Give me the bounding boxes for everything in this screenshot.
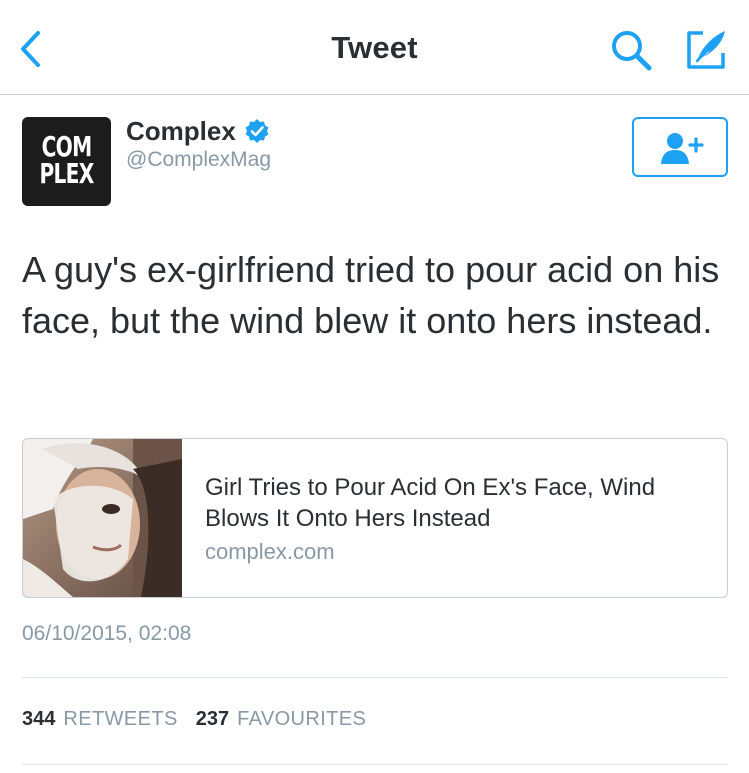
search-icon [612,31,652,71]
tweet-stats: 344 RETWEETS 237 FAVOURITES [22,708,384,731]
author-avatar[interactable]: COM PLEX [22,117,111,206]
tweet-text: A guy's ex-girlfriend tried to pour acid… [22,249,720,341]
divider [22,764,728,765]
link-card-title: Girl Tries to Pour Acid On Ex's Face, Wi… [205,474,656,532]
retweets-count[interactable]: 344 [22,708,55,731]
tweet-timestamp: 06/10/2015, 02:08 [22,622,192,645]
author-handle[interactable]: @ComplexMag [126,148,271,172]
follow-user-plus-icon [661,133,704,164]
navigation-bar: Tweet [0,0,749,95]
retweets-label[interactable]: RETWEETS [63,708,177,731]
author-name-row: Complex [126,116,270,146]
favourites-label[interactable]: FAVOURITES [237,708,366,731]
divider [22,677,728,678]
link-card-thumbnail [23,439,182,597]
author-display-name[interactable]: Complex [126,116,236,147]
favourites-count[interactable]: 237 [196,708,229,731]
link-card-domain: complex.com [205,539,335,564]
compose-feather-icon [687,31,725,69]
link-card[interactable]: Girl Tries to Pour Acid On Ex's Face, Wi… [22,438,728,598]
complex-logo-text: COM PLEX [39,130,94,190]
search-button[interactable] [608,27,654,73]
verified-badge-icon [245,119,269,143]
follow-button[interactable] [632,117,728,177]
compose-button[interactable] [683,27,729,73]
